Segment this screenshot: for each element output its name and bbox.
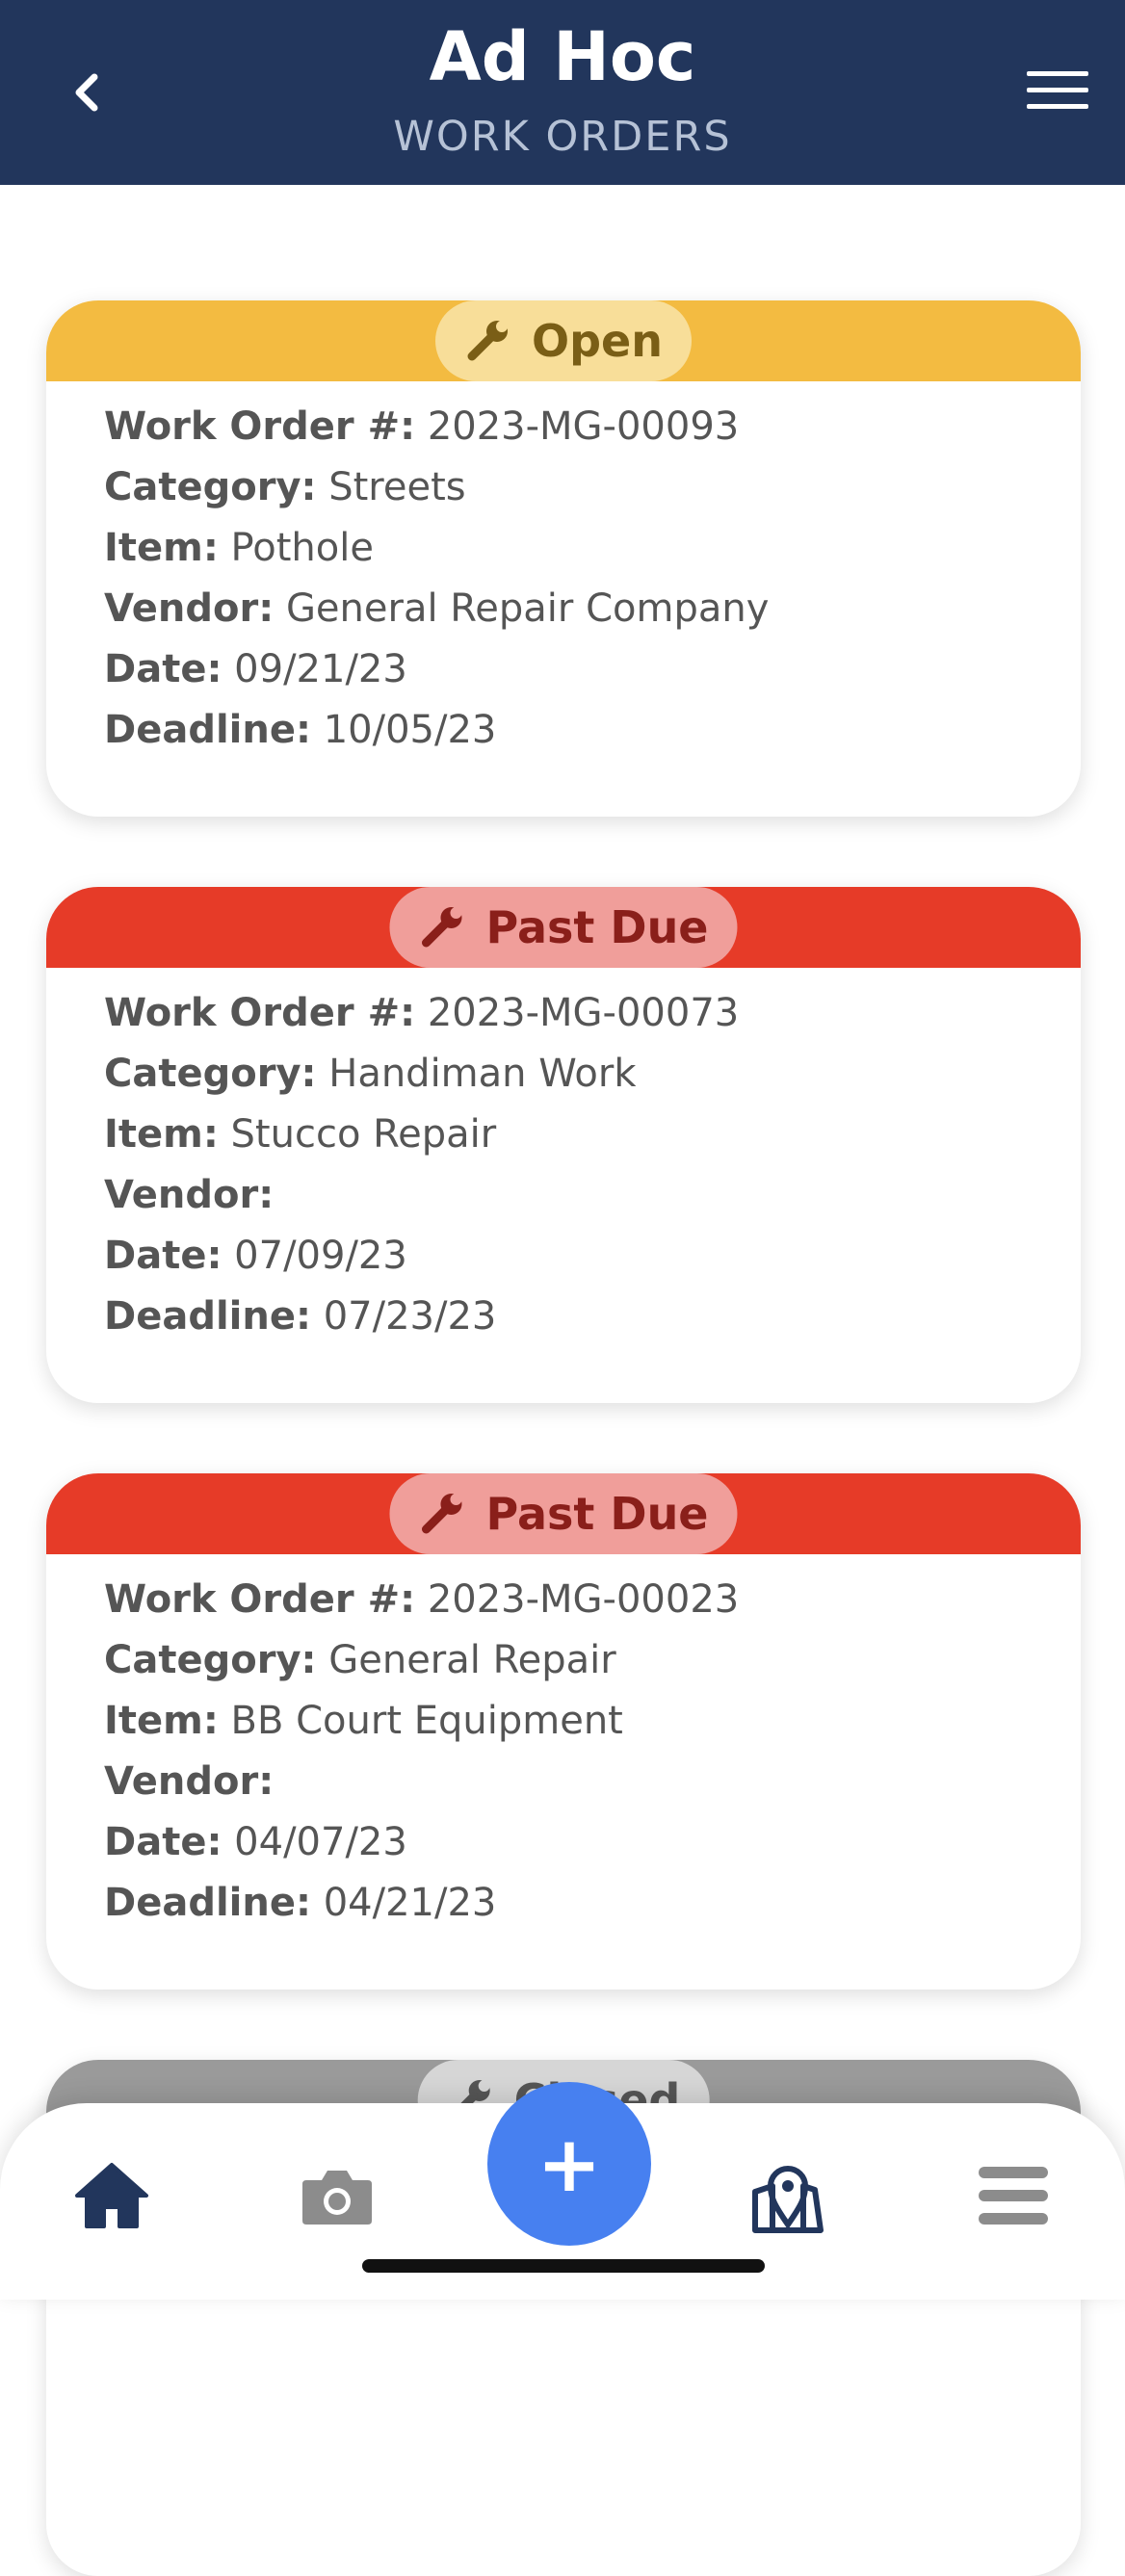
category-row: Category: Streets: [104, 465, 466, 509]
work-order-number: 2023-MG-00023: [427, 1577, 740, 1622]
date-row: Date: 07/09/23: [104, 1234, 407, 1278]
vendor-value: General Repair Company: [285, 586, 770, 631]
work-order-card[interactable]: Past Due Work Order #: 2023-MG-00073 Cat…: [46, 887, 1081, 1403]
item-value: Pothole: [230, 526, 374, 570]
map-location-icon[interactable]: [749, 2157, 826, 2234]
card-details: Work Order #: 2023-MG-00093 Category: St…: [104, 397, 1042, 761]
status-label: Past Due: [485, 901, 709, 953]
home-indicator: [362, 2259, 765, 2273]
menu-icon[interactable]: [975, 2157, 1052, 2234]
date-value: 07/09/23: [234, 1234, 407, 1278]
deadline-row: Deadline: 10/05/23: [104, 708, 497, 752]
category-row: Category: Handiman Work: [104, 1052, 637, 1096]
date-value: 09/21/23: [234, 647, 407, 691]
camera-icon[interactable]: [299, 2157, 376, 2234]
page-subtitle: WORK ORDERS: [393, 113, 732, 161]
work-order-number: 2023-MG-00073: [427, 991, 740, 1035]
status-badge: Open: [435, 300, 692, 381]
work-order-card[interactable]: Open Work Order #: 2023-MG-00093 Categor…: [46, 300, 1081, 817]
category-value: Handiman Work: [328, 1052, 637, 1096]
vendor-row: Vendor: General Repair Company: [104, 586, 770, 631]
status-badge: Past Due: [389, 887, 738, 968]
category-row: Category: General Repair: [104, 1638, 616, 1682]
status-label: Open: [532, 315, 663, 367]
wrench-icon: [421, 907, 462, 948]
hamburger-menu-icon[interactable]: [1027, 71, 1094, 116]
work-order-number: 2023-MG-00093: [427, 404, 740, 449]
category-value: Streets: [328, 465, 466, 509]
vendor-row: Vendor:: [104, 1759, 275, 1804]
status-label: Past Due: [485, 1488, 709, 1540]
item-value: Stucco Repair: [230, 1112, 497, 1157]
work-order-number-row: Work Order #: 2023-MG-00093: [104, 404, 740, 449]
card-details: Work Order #: 2023-MG-00073 Category: Ha…: [104, 983, 1042, 1347]
date-row: Date: 09/21/23: [104, 647, 407, 691]
plus-icon: +: [536, 2119, 602, 2209]
item-row: Item: Stucco Repair: [104, 1112, 497, 1157]
category-value: General Repair: [328, 1638, 616, 1682]
deadline-value: 04/21/23: [323, 1881, 497, 1925]
status-badge: Past Due: [389, 1473, 738, 1554]
card-details: Work Order #: 2023-MG-00023 Category: Ge…: [104, 1570, 1042, 1934]
deadline-value: 07/23/23: [323, 1294, 497, 1339]
add-work-order-button[interactable]: +: [487, 2082, 651, 2246]
deadline-value: 10/05/23: [323, 708, 497, 752]
work-order-card[interactable]: Past Due Work Order #: 2023-MG-00023 Cat…: [46, 1473, 1081, 1990]
item-row: Item: BB Court Equipment: [104, 1699, 623, 1743]
date-row: Date: 04/07/23: [104, 1820, 407, 1864]
home-icon[interactable]: [73, 2157, 150, 2234]
page-title: Ad Hoc: [429, 17, 696, 96]
item-row: Item: Pothole: [104, 526, 374, 570]
vendor-row: Vendor:: [104, 1173, 275, 1217]
item-value: BB Court Equipment: [230, 1699, 623, 1743]
wrench-icon: [421, 1494, 462, 1534]
deadline-row: Deadline: 07/23/23: [104, 1294, 497, 1339]
work-order-number-row: Work Order #: 2023-MG-00023: [104, 1577, 740, 1622]
wrench-icon: [467, 321, 509, 361]
app-header: Ad Hoc WORK ORDERS: [0, 0, 1125, 185]
deadline-row: Deadline: 04/21/23: [104, 1881, 497, 1925]
date-value: 04/07/23: [234, 1820, 407, 1864]
work-order-number-row: Work Order #: 2023-MG-00073: [104, 991, 740, 1035]
